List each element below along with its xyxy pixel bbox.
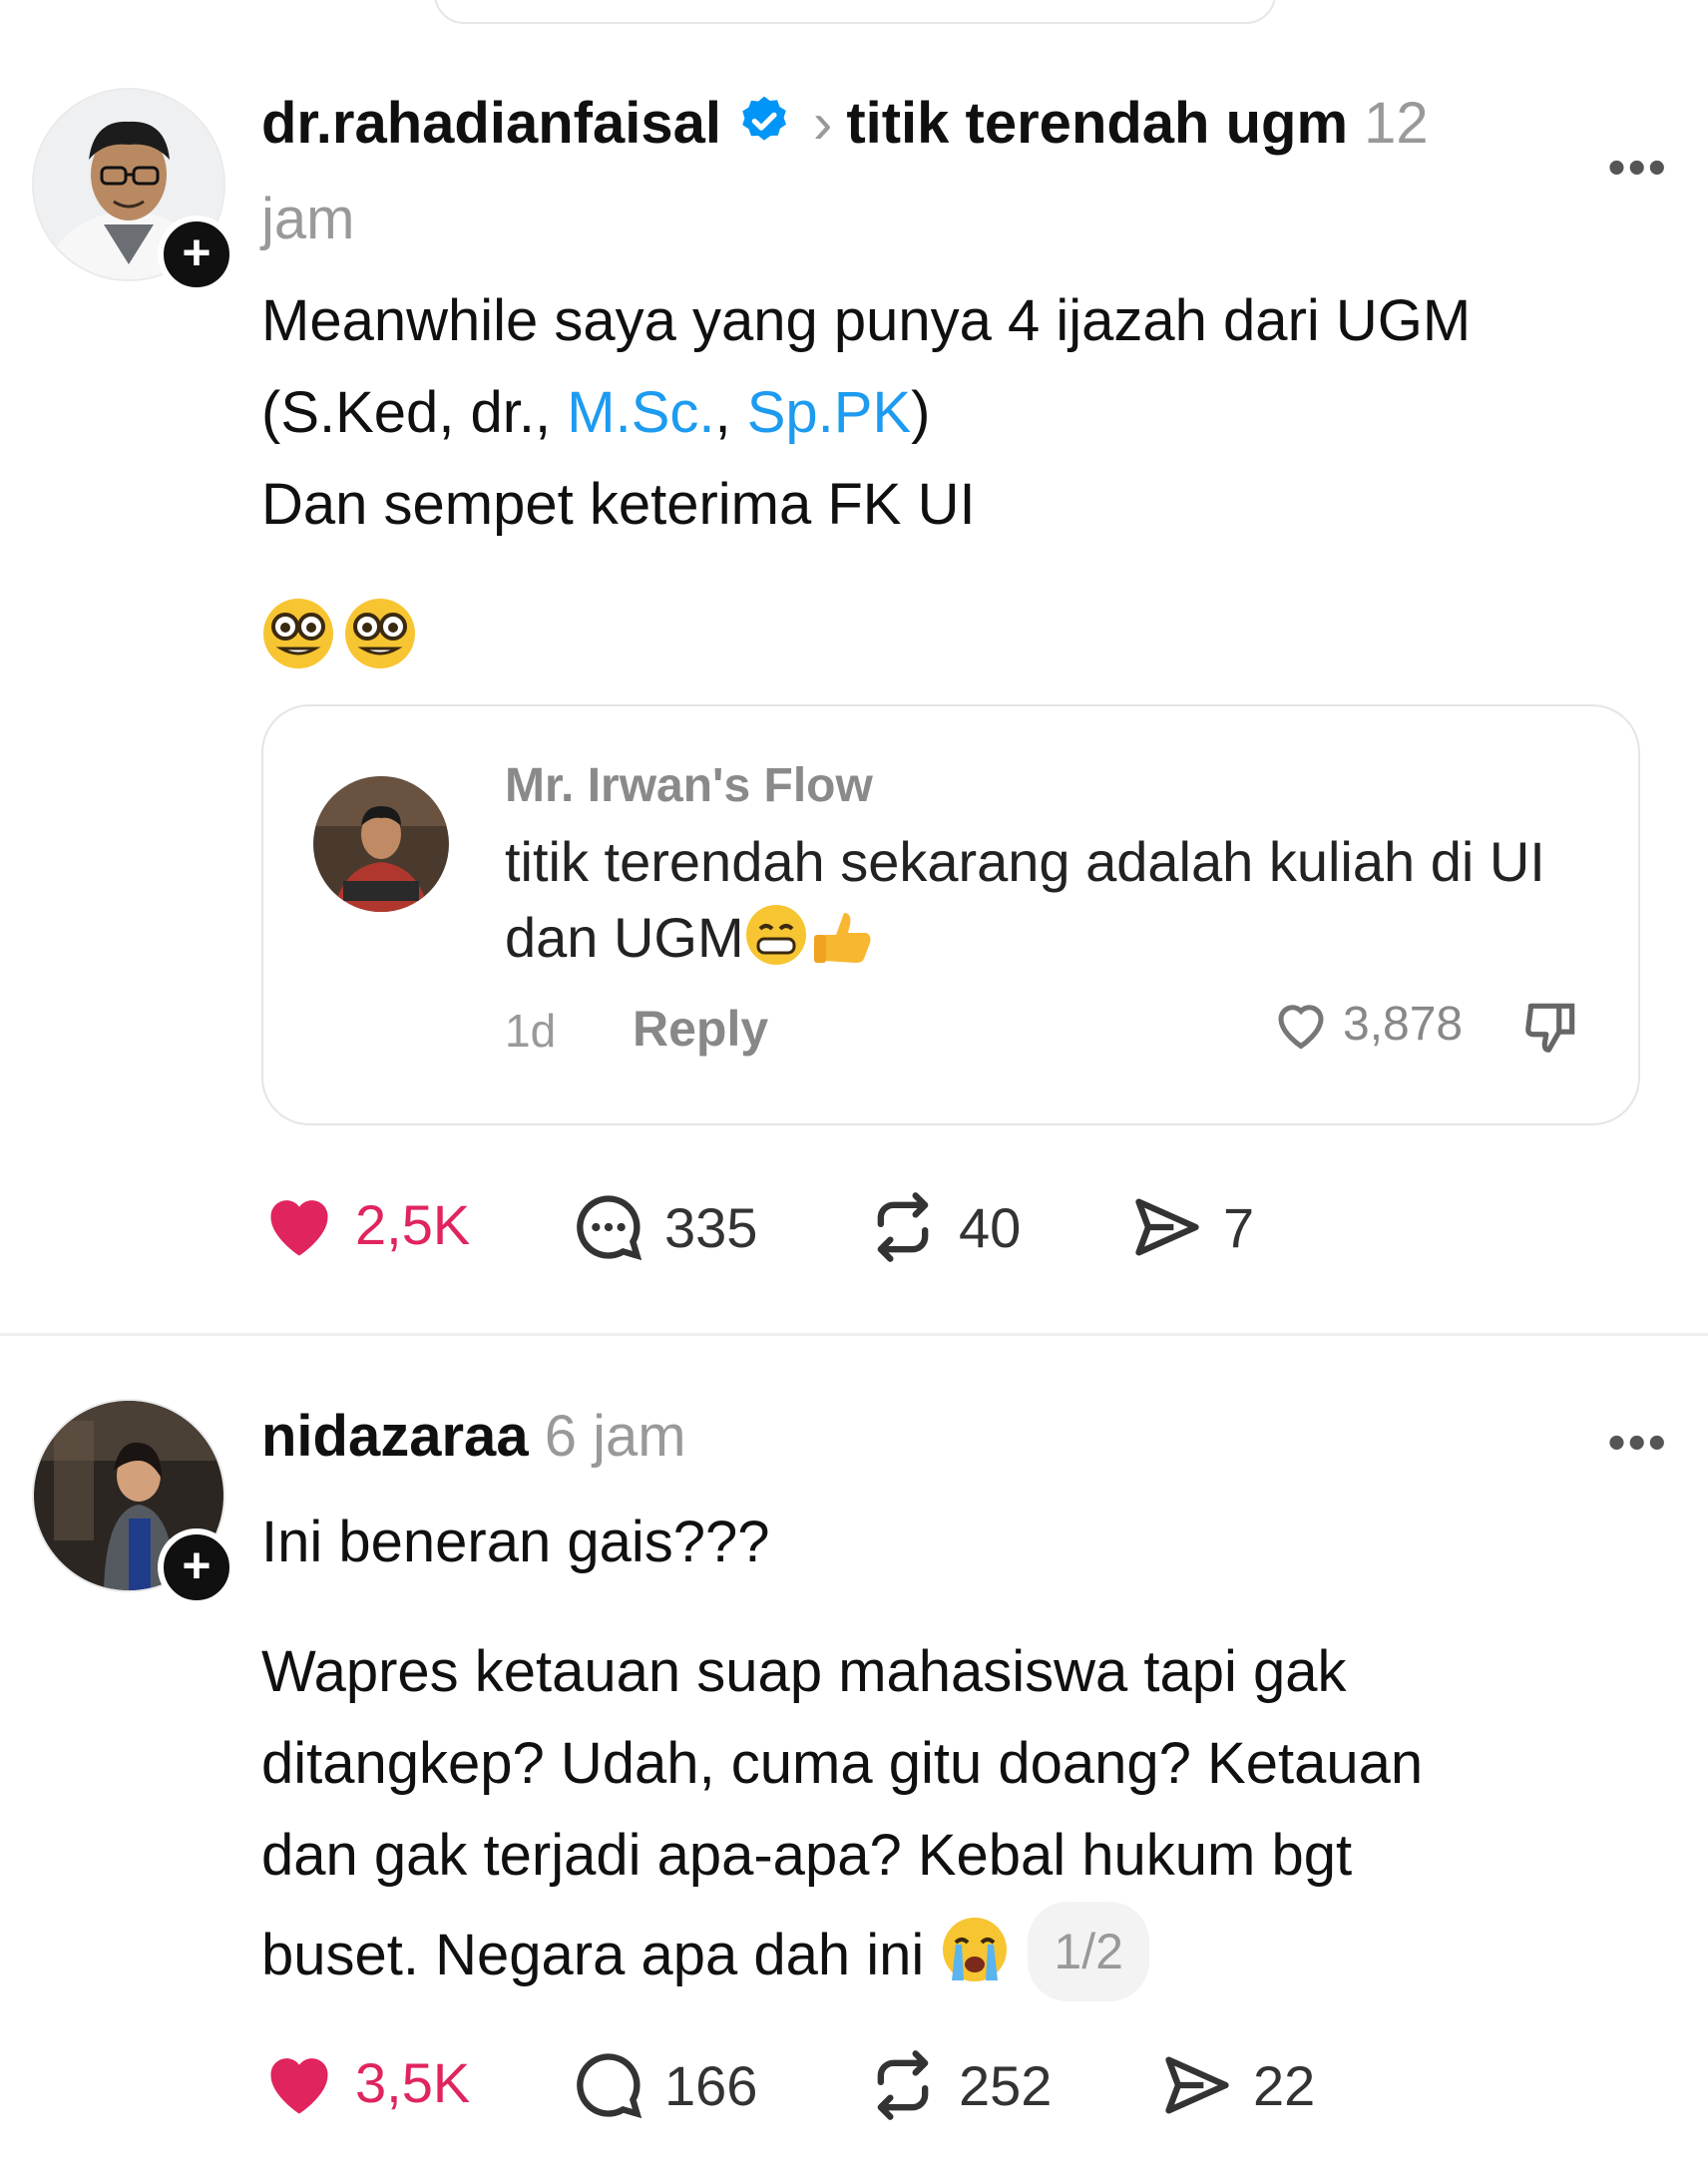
post-body-paragraph-2: Wapres ketauan suap mahasiswa tapi gak d… — [261, 1626, 1658, 2001]
more-icon[interactable]: ••• — [1607, 1417, 1668, 1469]
quoted-comment-card[interactable]: Mr. Irwan's Flow titik terendah sekarang… — [261, 704, 1640, 1125]
like-button[interactable]: 2,5K — [261, 1189, 470, 1259]
comment-icon — [577, 1195, 642, 1261]
more-icon[interactable]: ••• — [1607, 142, 1668, 194]
post-actions: 2,5K 335 40 7 — [261, 1189, 1459, 1269]
body-line-4: buset. Negara apa dah ini 1/2 — [261, 1902, 1658, 2001]
like-button[interactable]: 3,5K — [261, 2047, 470, 2117]
quoted-text-content: titik terendah sekarang adalah kuliah di… — [505, 830, 1545, 969]
body-line-2: (S.Ked, dr., M.Sc., Sp.PK) — [261, 367, 1658, 459]
repost-count: 40 — [959, 1195, 1022, 1259]
comment-button[interactable]: 166 — [571, 2047, 757, 2123]
share-icon — [1135, 1198, 1199, 1256]
repost-button[interactable]: 40 — [865, 1189, 1021, 1265]
topic-tag[interactable]: titik terendah ugm — [846, 91, 1348, 156]
comment-icon — [577, 2053, 642, 2119]
quoted-text: titik terendah sekarang adalah kuliah di… — [505, 824, 1602, 976]
repost-button[interactable]: 252 — [865, 2047, 1052, 2123]
body-line-1: Wapres ketauan suap mahasiswa tapi gak — [261, 1639, 1347, 1704]
chevron-right-icon: › — [812, 91, 833, 156]
post-body: Meanwhile saya yang punya 4 ijazah dari … — [261, 275, 1658, 551]
quoted-username[interactable]: Mr. Irwan's Flow — [505, 758, 873, 813]
top-search-pill[interactable] — [434, 0, 1276, 24]
body-line-3: Dan sempet keterima FK UI — [261, 472, 976, 537]
repost-icon — [877, 2050, 929, 2120]
body-line-3: dan gak terjadi apa-apa? Kebal hukum bgt — [261, 1823, 1353, 1888]
username[interactable]: dr.rahadianfaisal — [261, 91, 721, 156]
post-header: nidazaraa 6 jam — [261, 1403, 686, 1470]
share-button[interactable]: 22 — [1159, 2047, 1315, 2123]
verified-badge-icon — [742, 96, 786, 141]
hashtag-link-msc[interactable]: M.Sc. — [567, 380, 714, 445]
post-actions: 3,5K 166 252 22 — [261, 2047, 1459, 2127]
quoted-like-count: 3,878 — [1343, 997, 1464, 1051]
share-button[interactable]: 7 — [1129, 1189, 1254, 1265]
quoted-avatar-photo — [313, 776, 449, 912]
body-paragraph-1: Ini beneran gais??? — [261, 1510, 770, 1574]
quoted-like-button[interactable]: 3,878 — [1271, 996, 1463, 1052]
share-count: 7 — [1223, 1195, 1255, 1259]
body-line-1: Meanwhile saya yang punya 4 ijazah dari … — [261, 288, 1472, 353]
body-text-segment: , — [714, 380, 747, 445]
heart-icon — [270, 2058, 328, 2114]
like-count: 2,5K — [355, 1192, 471, 1256]
nerd-emoji-row — [261, 597, 421, 675]
dislike-icon[interactable] — [1520, 996, 1582, 1063]
hashtag-link-sppk[interactable]: Sp.PK — [747, 380, 911, 445]
post-divider — [0, 1333, 1708, 1336]
share-icon — [1165, 2056, 1229, 2114]
body-text-segment: (S.Ked, dr., — [261, 380, 568, 445]
post-time: 6 jam — [544, 1404, 686, 1469]
heart-outline-icon — [1278, 1005, 1324, 1050]
page-counter-badge[interactable]: 1/2 — [1028, 1902, 1149, 2001]
nerd-face-emoji-icon — [263, 599, 415, 668]
comment-count: 166 — [664, 2053, 758, 2117]
thumbs-down-icon — [1525, 1003, 1575, 1053]
reply-button[interactable]: Reply — [633, 1000, 768, 1058]
repost-count: 252 — [959, 2053, 1053, 2117]
like-count: 3,5K — [355, 2050, 471, 2114]
post-time: 12 — [1364, 91, 1429, 156]
post-header: dr.rahadianfaisal › titik terendah ugm 12 — [261, 90, 1429, 157]
body-text-segment: ) — [911, 380, 931, 445]
quoted-time: 1d — [505, 1005, 557, 1057]
heart-icon — [270, 1200, 328, 1256]
quoted-avatar[interactable] — [313, 776, 449, 912]
share-count: 22 — [1253, 2053, 1316, 2117]
follow-plus-icon[interactable]: + — [158, 1528, 235, 1606]
username[interactable]: nidazaraa — [261, 1404, 529, 1469]
body-line-4-text: buset. Negara apa dah ini — [261, 1923, 925, 1987]
grin-thumbsup-emoji-icon — [745, 905, 871, 965]
follow-plus-icon[interactable]: + — [158, 216, 235, 293]
comment-button[interactable]: 335 — [571, 1189, 757, 1265]
post-body: Ini beneran gais??? — [261, 1497, 1658, 1588]
body-line-2: ditangkep? Udah, cuma gitu doang? Ketaua… — [261, 1731, 1424, 1796]
comment-count: 335 — [664, 1195, 758, 1259]
loudly-crying-emoji-icon — [943, 1918, 1008, 1981]
repost-icon — [877, 1192, 929, 1262]
post-time-unit: jam — [261, 187, 355, 251]
